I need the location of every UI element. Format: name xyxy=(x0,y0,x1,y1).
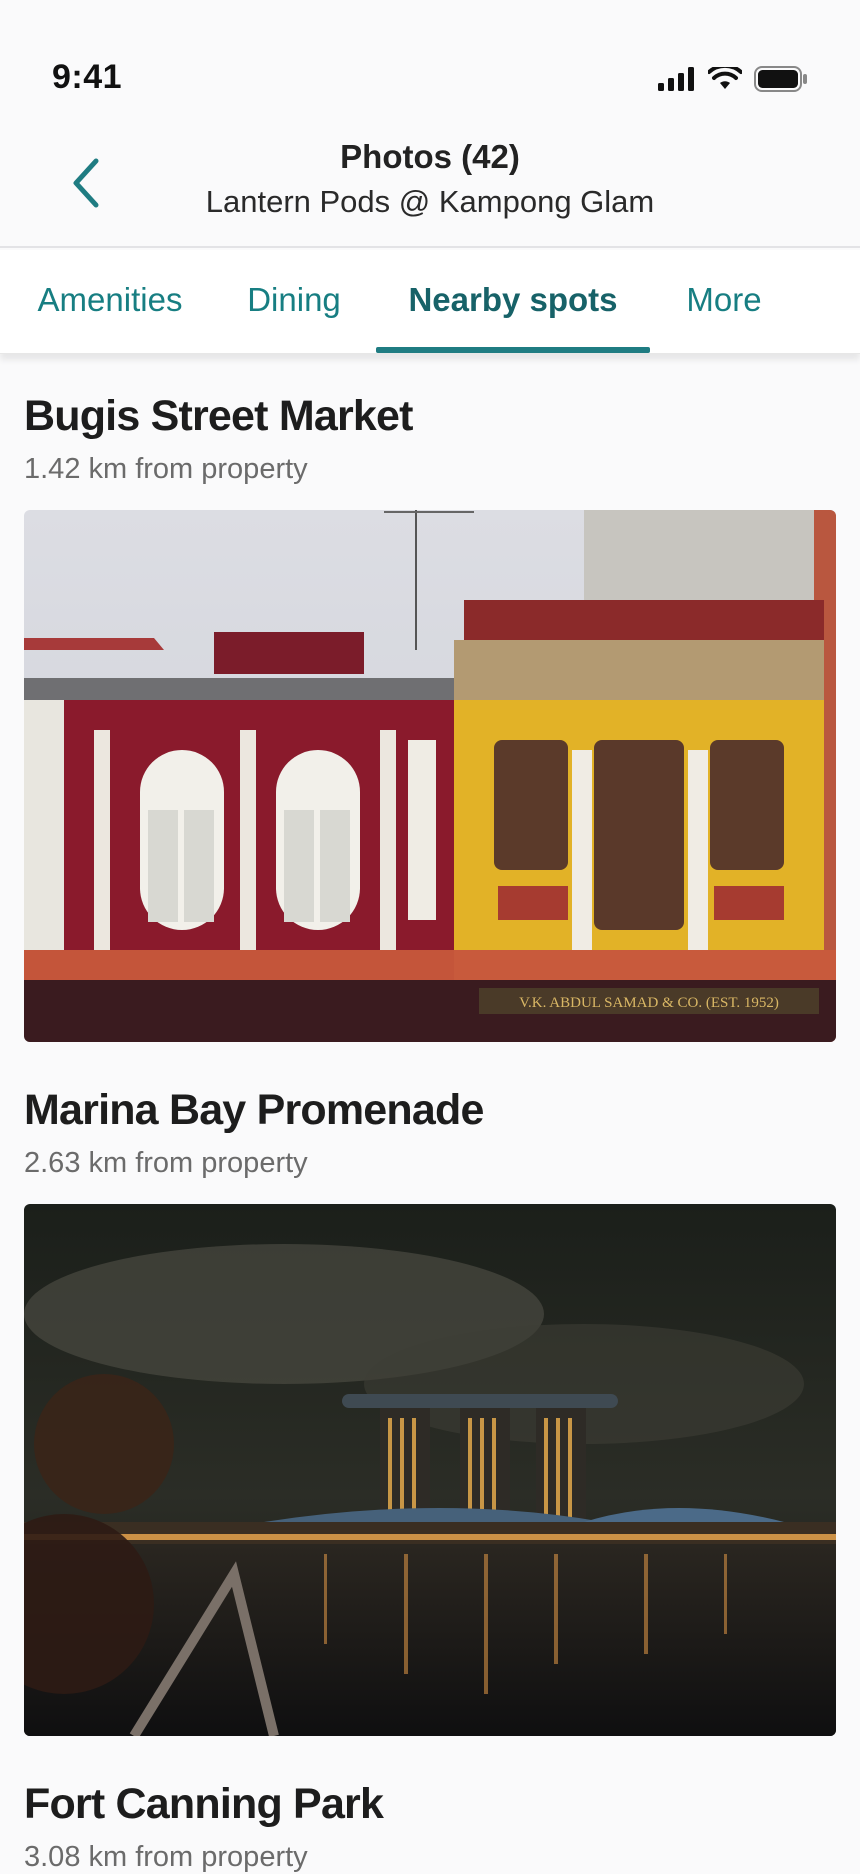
battery-icon xyxy=(754,66,807,92)
status-bar: 9:41 xyxy=(0,0,860,120)
tab-dining[interactable]: Dining xyxy=(246,250,342,354)
spot-distance: 1.42 km from property xyxy=(24,453,308,485)
spot-photo[interactable] xyxy=(24,1204,836,1736)
spot-card-marina-bay-promenade: Marina Bay Promenade 2.63 km from proper… xyxy=(24,1086,836,1736)
spot-distance: 3.08 km from property xyxy=(24,1841,308,1873)
spot-name: Fort Canning Park xyxy=(24,1780,384,1828)
cellular-signal-icon xyxy=(658,67,694,91)
status-time: 9:41 xyxy=(52,58,123,96)
shop-sign-text: V.K. ABDUL SAMAD & CO. (EST. 1952) xyxy=(519,995,779,1011)
shophouse-photo: V.K. ABDUL SAMAD & CO. (EST. 1952) xyxy=(24,510,836,1042)
tab-amenities[interactable]: Amenities xyxy=(36,250,184,354)
spot-photo[interactable]: V.K. ABDUL SAMAD & CO. (EST. 1952) xyxy=(24,510,836,1042)
spot-card-fort-canning-park: Fort Canning Park 3.08 km from property xyxy=(24,1780,836,1874)
property-name: Lantern Pods @ Kampong Glam xyxy=(205,184,655,219)
wifi-icon xyxy=(708,67,742,89)
status-icons xyxy=(658,66,808,92)
spot-card-bugis-street-market: Bugis Street Market 1.42 km from propert… xyxy=(24,392,836,1042)
category-tabs: Amenities Dining Nearby spots More xyxy=(0,250,860,354)
marina-bay-photo xyxy=(24,1204,836,1736)
spot-name: Marina Bay Promenade xyxy=(24,1086,484,1134)
page-title: Photos (42) xyxy=(340,138,520,175)
tab-more[interactable]: More xyxy=(684,250,764,354)
spot-name: Bugis Street Market xyxy=(24,392,413,440)
nav-header: Photos (42) Lantern Pods @ Kampong Glam xyxy=(0,120,860,248)
spot-distance: 2.63 km from property xyxy=(24,1147,308,1179)
tab-nearby-spots[interactable]: Nearby spots xyxy=(376,250,650,354)
active-tab-indicator xyxy=(376,347,650,353)
